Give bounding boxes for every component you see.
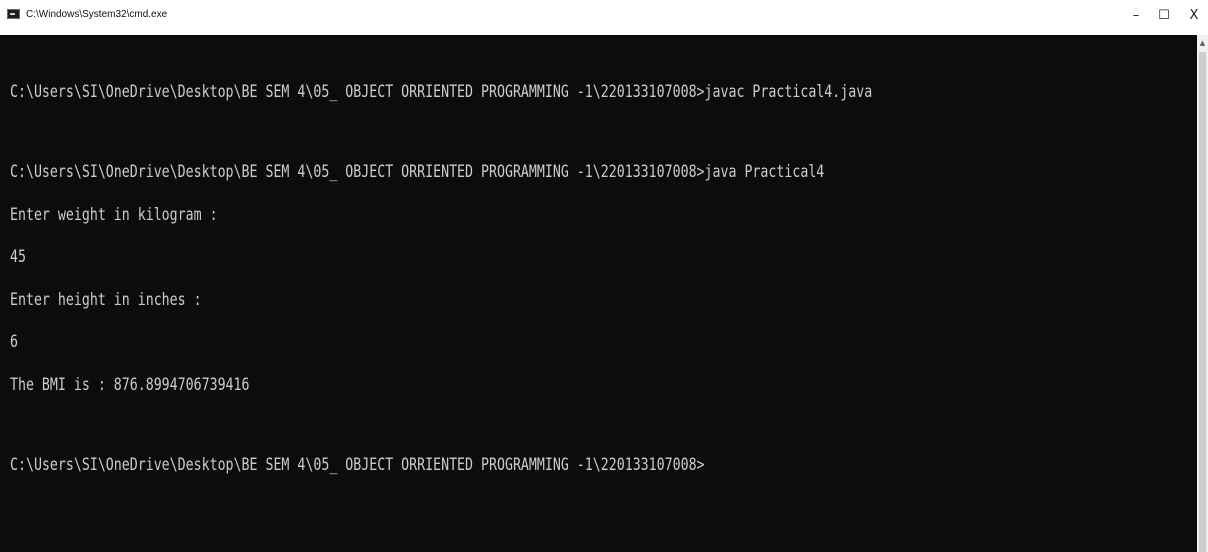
scroll-thumb[interactable] <box>1199 52 1206 552</box>
cmd-window: C:\Windows\System32\cmd.exe – ☐ X C:\Use… <box>0 0 1208 552</box>
vertical-scrollbar[interactable]: ▲ <box>1197 35 1208 552</box>
minimize-button[interactable]: – <box>1122 3 1150 29</box>
console-output[interactable]: C:\Users\SI\OneDrive\Desktop\BE SEM 4\05… <box>0 35 1197 552</box>
console-line-javac: C:\Users\SI\OneDrive\Desktop\BE SEM 4\05… <box>10 82 873 102</box>
title-bar[interactable]: C:\Windows\System32\cmd.exe – ☐ X <box>0 0 1208 35</box>
console-line-weight-value: 45 <box>10 247 26 267</box>
close-button[interactable]: X <box>1180 3 1208 29</box>
console-line-height-value: 6 <box>10 332 18 352</box>
console-line-height-prompt: Enter height in inches : <box>10 290 202 310</box>
console-line-weight-prompt: Enter weight in kilogram : <box>10 205 218 225</box>
cmd-icon[interactable] <box>7 9 20 19</box>
console-line-prompt: C:\Users\SI\OneDrive\Desktop\BE SEM 4\05… <box>10 455 705 475</box>
window-title: C:\Windows\System32\cmd.exe <box>26 9 168 20</box>
scroll-up-icon[interactable]: ▲ <box>1197 35 1208 51</box>
maximize-button[interactable]: ☐ <box>1150 3 1178 29</box>
console-line-bmi-result: The BMI is : 876.8994706739416 <box>10 375 250 395</box>
console-line-java: C:\Users\SI\OneDrive\Desktop\BE SEM 4\05… <box>10 162 825 182</box>
